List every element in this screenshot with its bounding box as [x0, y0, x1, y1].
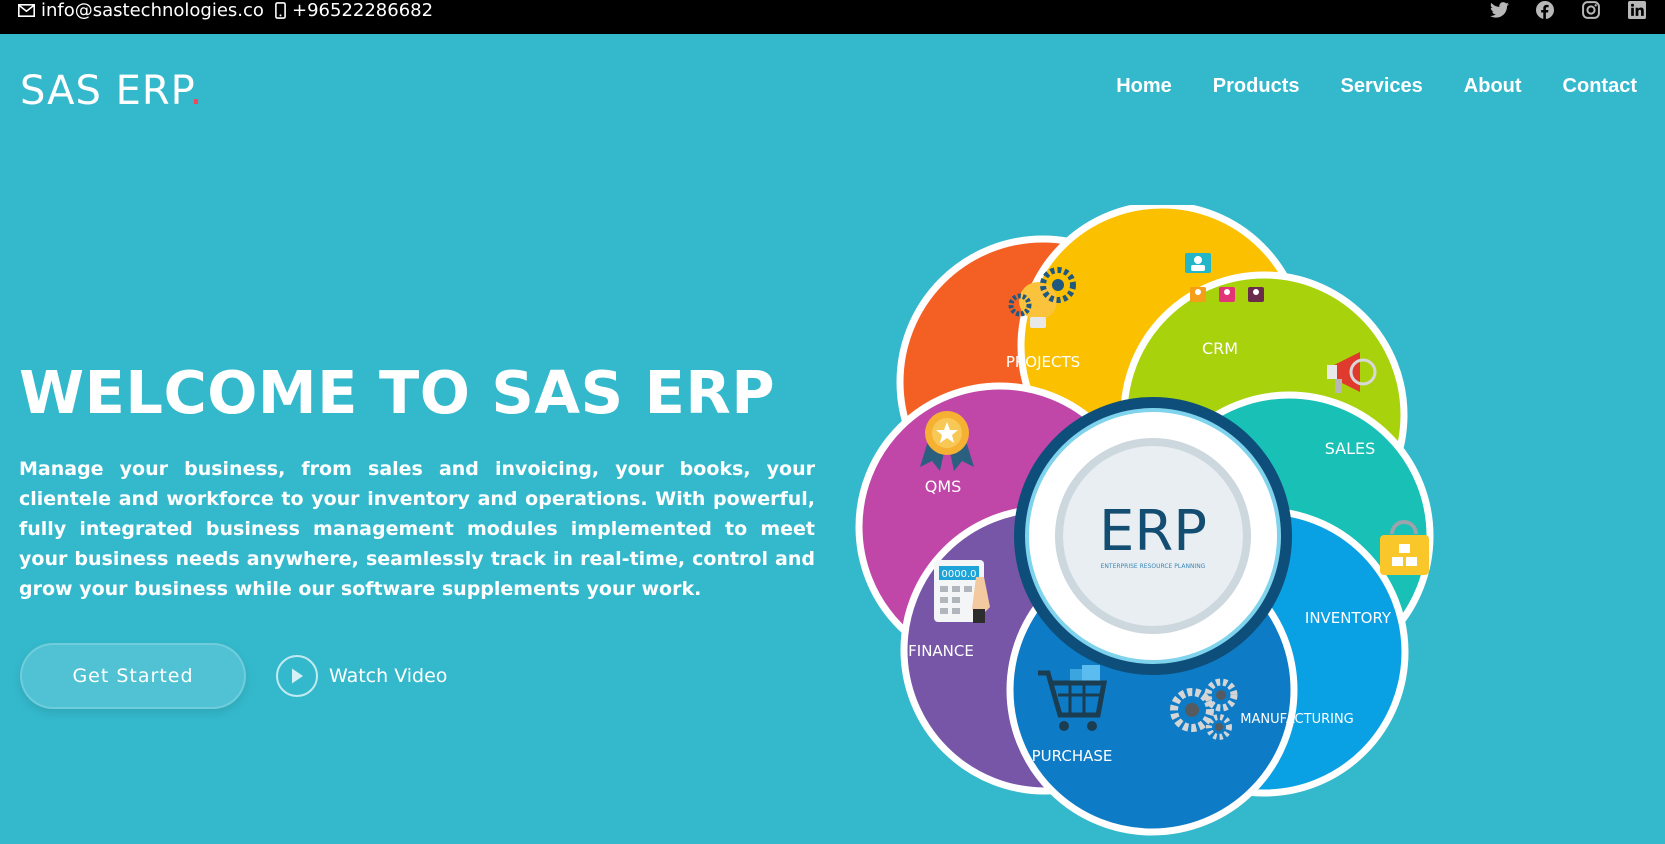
brand-logo[interactable]: SAS ERP.	[20, 68, 203, 114]
erp-center-title: ERP	[1099, 499, 1207, 564]
phone-number: +96522286682	[292, 0, 434, 21]
watch-video-button[interactable]: Watch Video	[276, 655, 447, 697]
instagram-icon[interactable]	[1581, 0, 1601, 20]
finance-label: FINANCE	[908, 642, 974, 660]
hero-description: Manage your business, from sales and inv…	[19, 458, 815, 600]
brand-dot: .	[189, 68, 204, 114]
erp-center-hub: ERP ENTERPRISE RESOURCE PLANNING	[1014, 397, 1292, 675]
sales-label: SALES	[1325, 439, 1376, 458]
facebook-icon[interactable]	[1535, 0, 1555, 20]
purchase-label: PURCHASE	[1032, 747, 1113, 765]
hero-title: WELCOME TO SAS ERP	[19, 358, 776, 427]
nav-services[interactable]: Services	[1340, 75, 1422, 98]
email-contact[interactable]: info@sastechnologies.co	[18, 0, 264, 21]
nav-home[interactable]: Home	[1116, 75, 1172, 98]
manufacturing-label: MANUFACTURING	[1240, 712, 1354, 727]
main-navigation: Home Products Services About Contact	[1116, 75, 1637, 98]
erp-modules-graphic: 0000.0 PROJECTS CRM SALES INVENTORY MANU…	[830, 205, 1480, 844]
erp-center-subtitle: ENTERPRISE RESOURCE PLANNING	[1101, 563, 1206, 570]
inventory-label: INVENTORY	[1305, 609, 1392, 627]
projects-label: PROJECTS	[1006, 353, 1080, 371]
nav-products[interactable]: Products	[1213, 75, 1300, 98]
play-icon	[276, 655, 318, 697]
calculator-icon: 0000.0	[934, 560, 990, 623]
email-address: info@sastechnologies.co	[41, 0, 264, 21]
linkedin-icon[interactable]	[1627, 0, 1647, 20]
watch-video-label: Watch Video	[329, 665, 448, 687]
envelope-icon	[18, 3, 35, 17]
crm-label: CRM	[1202, 339, 1238, 358]
phone-contact[interactable]: +96522286682	[275, 0, 434, 21]
nav-about[interactable]: About	[1464, 75, 1522, 98]
get-started-button[interactable]: Get Started	[20, 643, 246, 709]
mobile-phone-icon	[275, 1, 286, 19]
top-contact-bar: info@sastechnologies.co +96522286682	[0, 0, 1665, 34]
calculator-display-text: 0000.0	[942, 569, 977, 580]
social-links	[1489, 0, 1647, 20]
twitter-icon[interactable]	[1489, 0, 1509, 20]
qms-label: QMS	[925, 477, 962, 496]
nav-contact[interactable]: Contact	[1563, 75, 1637, 98]
brand-name: SAS ERP	[20, 68, 190, 114]
